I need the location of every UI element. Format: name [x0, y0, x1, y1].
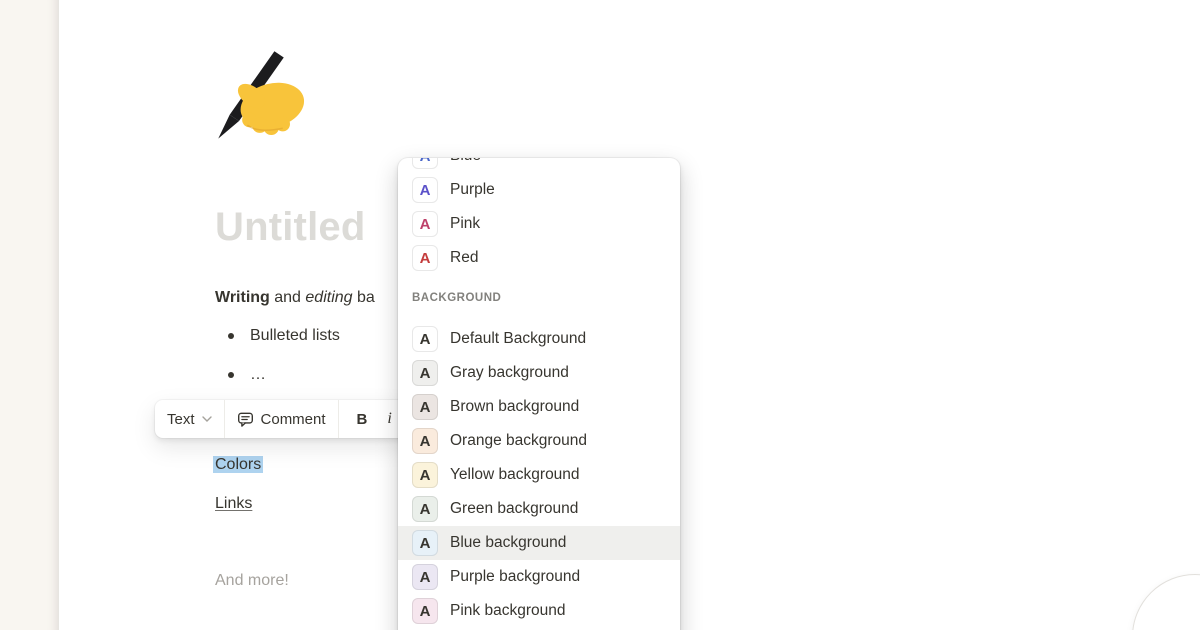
intro-paragraph[interactable]: Writing and editing ba — [215, 286, 375, 310]
intro-mid: and — [270, 289, 306, 306]
menu-item-gray-background[interactable]: A Gray background — [398, 356, 680, 390]
writing-hand-emoji-svg — [212, 48, 316, 144]
turn-into-button[interactable]: Text — [155, 400, 225, 438]
color-swatch: A — [412, 360, 438, 386]
menu-item-blue-background[interactable]: A Blue background — [398, 526, 680, 560]
turn-into-label: Text — [167, 411, 195, 428]
menu-item-purple-background[interactable]: A Purple background — [398, 560, 680, 594]
notion-app: Untitled Writing and editing ba Bulleted… — [0, 0, 1200, 630]
and-more-text[interactable]: And more! — [215, 569, 289, 593]
menu-item-default-background[interactable]: A Default Background — [398, 322, 680, 356]
comment-button[interactable]: Comment — [225, 400, 339, 438]
color-menu: A Blue A Purple A Pink A Red BACKGROUND A Default … — [398, 158, 680, 630]
list-item[interactable]: … — [215, 364, 340, 386]
color-swatch: A — [412, 326, 438, 352]
format-toolbar: Text Comment B i — [155, 400, 412, 438]
menu-item-purple[interactable]: A Purple — [398, 173, 680, 207]
links-text-block: Links — [215, 492, 252, 516]
comment-icon — [237, 411, 254, 428]
menu-item-label: Pink — [450, 215, 480, 233]
color-swatch: A — [412, 211, 438, 237]
menu-item-yellow-background[interactable]: A Yellow background — [398, 458, 680, 492]
menu-group: A Default Background A Gray background A Brow… — [398, 322, 680, 628]
chevron-down-icon — [202, 416, 212, 423]
bulleted-list: Bulleted lists … — [215, 325, 340, 403]
menu-item-pink[interactable]: A Pink — [398, 207, 680, 241]
intro-tail: ba — [353, 289, 375, 306]
color-swatch: A — [412, 428, 438, 454]
menu-section-header: BACKGROUND — [398, 275, 680, 322]
intro-italic: editing — [305, 289, 352, 306]
color-menu-list: A Blue A Purple A Pink A Red BACKGROUND A Default … — [398, 158, 680, 628]
sidebar-collapsed-strip — [0, 0, 59, 630]
menu-group: A Blue A Purple A Pink A Red — [398, 158, 680, 275]
selected-text[interactable]: Colors — [213, 456, 263, 473]
list-item[interactable]: Bulleted lists — [215, 325, 340, 347]
menu-item-label: Pink background — [450, 602, 565, 620]
menu-item-red[interactable]: A Red — [398, 241, 680, 275]
color-swatch: A — [412, 462, 438, 488]
color-swatch: A — [412, 158, 438, 169]
comment-label: Comment — [261, 411, 326, 428]
intro-bold: Writing — [215, 289, 270, 306]
links-link[interactable]: Links — [215, 495, 252, 512]
menu-item-orange-background[interactable]: A Orange background — [398, 424, 680, 458]
color-swatch: A — [412, 530, 438, 556]
menu-item-label: Purple background — [450, 568, 580, 586]
menu-item-label: Gray background — [450, 364, 569, 382]
page-title[interactable]: Untitled — [215, 202, 365, 252]
menu-item-label: Purple — [450, 181, 495, 199]
color-swatch: A — [412, 564, 438, 590]
italic-button[interactable]: i — [379, 410, 399, 428]
colors-text-block[interactable]: Colors — [213, 453, 263, 477]
color-swatch: A — [412, 598, 438, 624]
writing-hand-emoji-icon[interactable] — [212, 48, 316, 144]
menu-item-label: Orange background — [450, 432, 587, 450]
menu-item-green-background[interactable]: A Green background — [398, 492, 680, 526]
color-swatch: A — [412, 245, 438, 271]
color-swatch: A — [412, 177, 438, 203]
menu-item-label: Blue — [450, 158, 481, 165]
menu-item-label: Yellow background — [450, 466, 580, 484]
menu-item-label: Green background — [450, 500, 578, 518]
menu-item-label: Blue background — [450, 534, 566, 552]
menu-item-label: Default Background — [450, 330, 586, 348]
help-button[interactable] — [1132, 574, 1200, 630]
menu-item-label: Brown background — [450, 398, 579, 416]
menu-item-brown-background[interactable]: A Brown background — [398, 390, 680, 424]
color-swatch: A — [412, 394, 438, 420]
bold-button[interactable]: B — [351, 411, 374, 428]
color-swatch: A — [412, 496, 438, 522]
menu-item-blue[interactable]: A Blue — [398, 158, 680, 173]
menu-item-pink-background[interactable]: A Pink background — [398, 594, 680, 628]
menu-item-label: Red — [450, 249, 478, 267]
